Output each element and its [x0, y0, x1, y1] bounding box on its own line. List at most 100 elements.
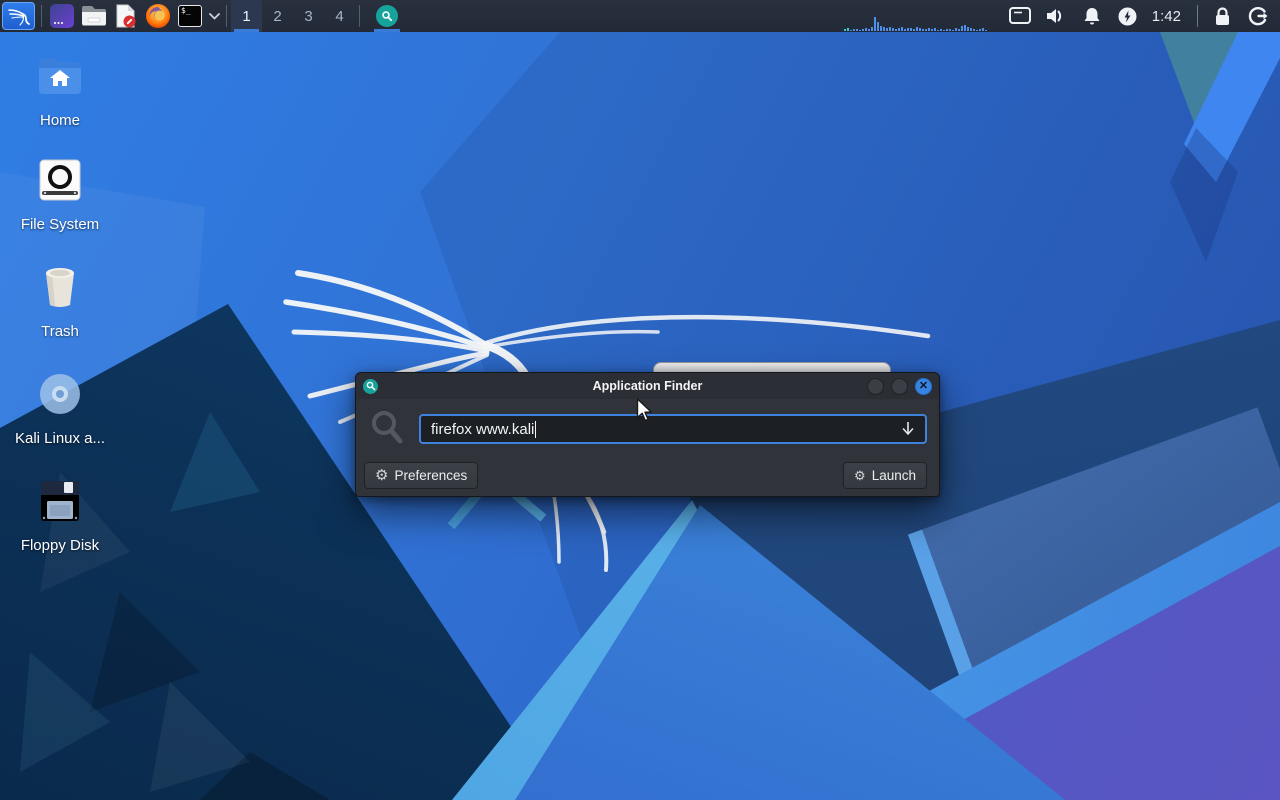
- cpu-graph-bar: [909, 28, 912, 31]
- cpu-graph-bar: [933, 28, 936, 31]
- launcher-dashboard[interactable]: [47, 2, 77, 30]
- workspace-4[interactable]: 4: [324, 0, 355, 32]
- cpu-graph-bar: [942, 30, 945, 31]
- firefox-icon: [146, 4, 170, 28]
- cpu-graph-bar: [852, 29, 855, 31]
- workspace-label: 4: [335, 7, 344, 25]
- cpu-graph-bar: [891, 28, 894, 31]
- application-finder-icon: [376, 5, 398, 27]
- desktop-icon-floppy-disk[interactable]: Floppy Disk: [5, 477, 115, 554]
- cpu-graph-bar: [966, 27, 969, 31]
- cpu-graph-bar: [873, 17, 876, 31]
- logout-icon[interactable]: [1246, 4, 1270, 28]
- trash-icon: [38, 263, 82, 311]
- maximize-button[interactable]: [891, 377, 908, 395]
- window-title: Application Finder: [592, 379, 703, 393]
- desktop-icon-trash[interactable]: Trash: [5, 263, 115, 340]
- cpu-graph-bar: [936, 30, 939, 31]
- cpu-graph-bar: [912, 29, 915, 31]
- cpu-graph-bar: [957, 29, 960, 31]
- cpu-graph-bar: [954, 28, 957, 31]
- cpu-graph-bar: [927, 28, 930, 31]
- desktop-icon-home[interactable]: Home: [5, 52, 115, 129]
- panel-separator: [359, 5, 360, 27]
- cpu-graph-bar: [948, 29, 951, 31]
- cpu-graph-bar: [888, 27, 891, 31]
- lock-icon[interactable]: [1210, 4, 1234, 28]
- launcher-terminal[interactable]: $_: [175, 2, 205, 30]
- notifications-icon[interactable]: [1080, 4, 1104, 28]
- cpu-graph-bar: [849, 30, 852, 31]
- cpu-graph-bar: [843, 29, 846, 31]
- close-button[interactable]: ✕: [915, 377, 932, 395]
- workspace-2[interactable]: 2: [262, 0, 293, 32]
- launcher-menu-chevron[interactable]: [206, 2, 222, 30]
- volume-icon[interactable]: [1044, 4, 1068, 28]
- cpu-graph-bar: [906, 28, 909, 31]
- taskbar-application-finder[interactable]: [370, 0, 404, 32]
- cpu-graph-bar: [984, 30, 987, 31]
- panel-separator: [41, 5, 42, 27]
- cpu-graph-bar: [981, 28, 984, 31]
- cpu-graph-bar: [975, 30, 978, 31]
- desktop-icon-kali-linux[interactable]: Kali Linux a...: [5, 370, 115, 447]
- cpu-graph-bar: [876, 22, 879, 31]
- gear-icon: ⚙: [375, 467, 389, 484]
- clock[interactable]: 1:42: [1152, 8, 1181, 25]
- applications-menu-button[interactable]: [2, 2, 35, 30]
- cpu-graph-bar: [870, 27, 873, 31]
- launch-icon: ⚙: [854, 468, 866, 483]
- display-icon[interactable]: [1008, 4, 1032, 28]
- cpu-graph-bar: [894, 29, 897, 31]
- cpu-graph-bar: [963, 25, 966, 31]
- panel-separator: [226, 5, 227, 27]
- cpu-graph-bar: [945, 29, 948, 31]
- minimize-button[interactable]: [867, 377, 884, 395]
- launcher-firefox[interactable]: [143, 2, 173, 30]
- search-icon: [370, 410, 404, 451]
- launcher-file-manager[interactable]: [79, 2, 109, 30]
- dropdown-arrow-icon[interactable]: [901, 421, 915, 437]
- desktop-icon-label: Floppy Disk: [20, 537, 100, 554]
- cpu-graph-bar: [972, 29, 975, 31]
- workspace-label: 2: [273, 7, 282, 25]
- home-folder-icon: [37, 52, 83, 100]
- cpu-graph-bar: [921, 29, 924, 31]
- cpu-graph-bar: [903, 29, 906, 31]
- cpu-graph-bar: [918, 28, 921, 31]
- launch-button[interactable]: ⚙ Launch: [843, 462, 927, 489]
- file-manager-icon: [82, 6, 106, 26]
- file-system-drive-icon: [38, 156, 82, 204]
- cd-disc-icon: [38, 370, 82, 418]
- cpu-graph-bar: [924, 29, 927, 31]
- power-manager-icon[interactable]: [1116, 4, 1140, 28]
- cpu-graph-bar: [858, 30, 861, 31]
- preferences-button[interactable]: ⚙ Preferences: [364, 462, 479, 489]
- search-input[interactable]: firefox www.kali: [419, 414, 927, 444]
- workspace-label: 1: [242, 7, 251, 25]
- cpu-graph-bar: [882, 27, 885, 31]
- desktop-icon-file-system[interactable]: File System: [5, 156, 115, 233]
- titlebar[interactable]: Application Finder ✕: [356, 373, 939, 399]
- cpu-graph-bar: [885, 28, 888, 31]
- cpu-graph[interactable]: [843, 1, 992, 31]
- kali-menu-icon: [7, 9, 30, 26]
- desktop-icon-label: Home: [39, 112, 80, 129]
- application-finder-window-icon: [363, 378, 378, 394]
- cpu-graph-bar: [864, 28, 867, 31]
- cpu-graph-bar: [879, 26, 882, 31]
- panel-separator: [1197, 5, 1198, 27]
- cpu-graph-bar: [867, 29, 870, 31]
- cpu-graph-bar: [855, 29, 858, 31]
- workspace-3[interactable]: 3: [293, 0, 324, 32]
- workspace-1[interactable]: 1: [231, 0, 262, 32]
- text-editor-icon: [116, 4, 136, 28]
- cpu-graph-bar: [939, 29, 942, 31]
- desktop-icon-label: Kali Linux a...: [14, 430, 106, 447]
- desktop-screen: Home File System Trash Kali Linux a... F…: [0, 0, 1280, 800]
- chevron-down-icon: [208, 12, 220, 19]
- launcher-text-editor[interactable]: [111, 2, 141, 30]
- floppy-disk-icon: [38, 477, 82, 525]
- cpu-graph-bar: [846, 28, 849, 31]
- cpu-graph-bar: [969, 28, 972, 31]
